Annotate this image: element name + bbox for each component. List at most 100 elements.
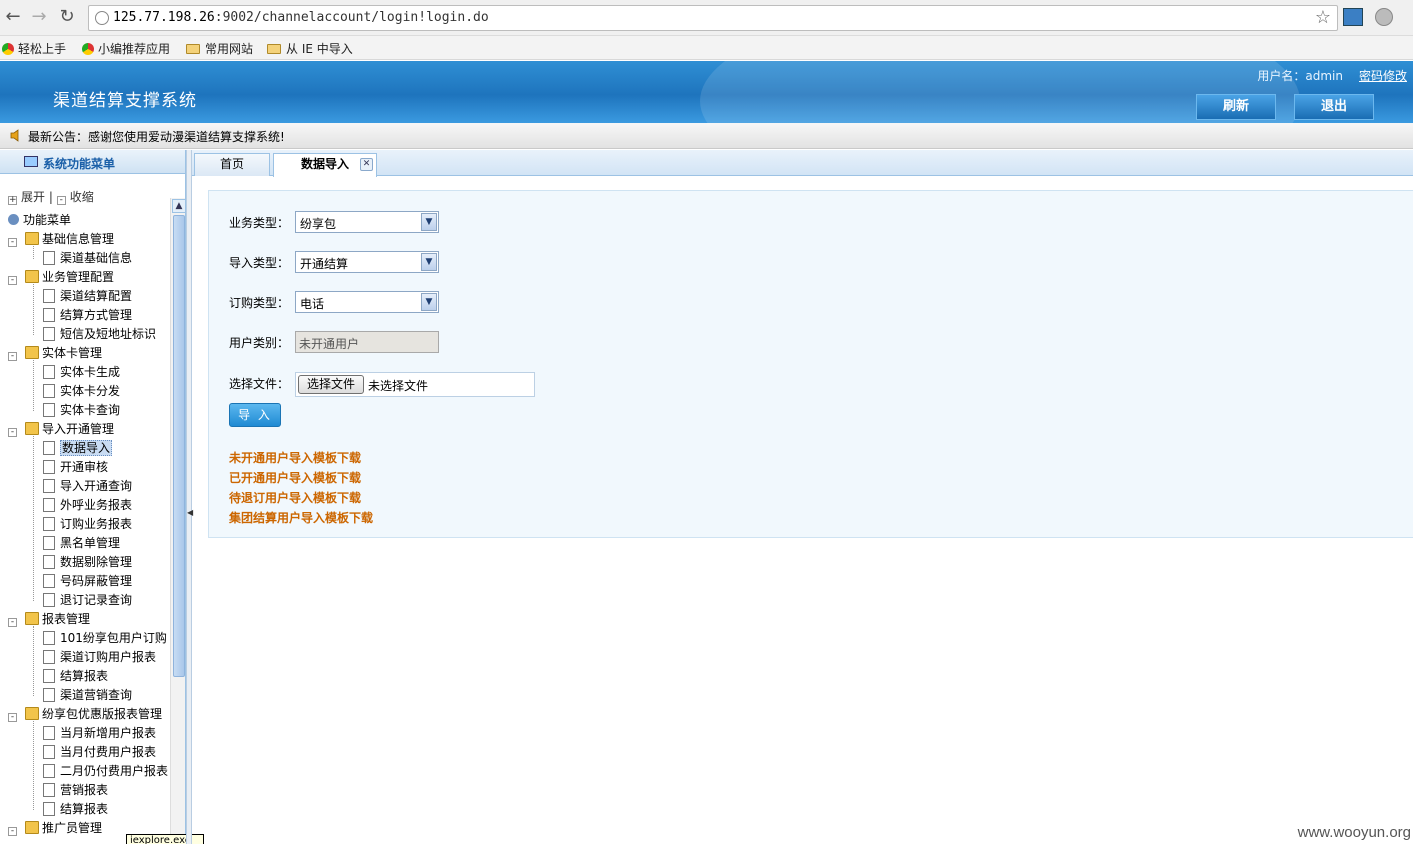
bookmark-star-icon[interactable]: ☆ bbox=[1315, 7, 1331, 28]
tree-item-label: 结算报表 bbox=[60, 669, 109, 683]
tree-item[interactable]: 结算方式管理 bbox=[26, 306, 132, 325]
tree-item[interactable]: 退订记录查询 bbox=[26, 591, 132, 610]
sidebar-scrollbar[interactable]: ▲ bbox=[170, 198, 185, 844]
minus-icon[interactable]: - bbox=[8, 827, 17, 836]
scrollbar-thumb[interactable] bbox=[173, 215, 185, 677]
select-value: 纷享包 bbox=[300, 217, 337, 231]
tree-group[interactable]: - 基础信息管理 bbox=[8, 230, 114, 249]
tree-item-label: 开通审核 bbox=[60, 460, 109, 474]
collapse-all-link[interactable]: 收缩 bbox=[70, 190, 94, 204]
logout-button[interactable]: 退出 bbox=[1294, 94, 1374, 120]
download-template-link[interactable]: 已开通用户导入模板下载 bbox=[229, 469, 361, 486]
download-template-link[interactable]: 待退订用户导入模板下载 bbox=[229, 489, 361, 506]
tree-item-label: 短信及短地址标识 bbox=[60, 327, 157, 341]
bookmark-folder[interactable]: 从 IE 中导入 bbox=[267, 40, 353, 57]
tree-item[interactable]: 数据剔除管理 bbox=[26, 553, 132, 572]
choose-file-button[interactable]: 选择文件 bbox=[298, 375, 364, 394]
tree-group[interactable]: - 实体卡管理 bbox=[8, 344, 102, 363]
tree-item[interactable]: 结算报表 bbox=[26, 667, 108, 686]
sidebar-title: 系统功能菜单 bbox=[43, 157, 116, 171]
document-icon bbox=[43, 802, 55, 816]
tree-item[interactable]: 实体卡查询 bbox=[26, 401, 120, 420]
close-icon[interactable]: ✕ bbox=[360, 158, 373, 171]
chevron-down-icon[interactable]: ▼ bbox=[421, 213, 437, 231]
download-template-link[interactable]: 集团结算用户导入模板下载 bbox=[229, 509, 373, 526]
tree-group[interactable]: - 纷享包优惠版报表管理 bbox=[8, 705, 162, 724]
tree-item[interactable]: 黑名单管理 bbox=[26, 534, 120, 553]
tree-item-label: 外呼业务报表 bbox=[60, 498, 133, 512]
bookmark-item[interactable]: 小编推荐应用 bbox=[82, 40, 170, 57]
tree-group-label: 导入开通管理 bbox=[42, 422, 115, 436]
tree-group-label: 报表管理 bbox=[42, 612, 91, 626]
tree-item[interactable]: 开通审核 bbox=[26, 458, 108, 477]
minus-icon[interactable]: - bbox=[8, 618, 17, 627]
import-type-select[interactable]: 开通结算 ▼ bbox=[295, 251, 439, 273]
refresh-button[interactable]: 刷新 bbox=[1196, 94, 1276, 120]
minus-icon[interactable]: - bbox=[8, 713, 17, 722]
file-input[interactable]: 选择文件 未选择文件 bbox=[295, 372, 535, 397]
document-icon bbox=[43, 574, 55, 588]
tree-item[interactable]: 二月仍付费用户报表 bbox=[26, 762, 168, 781]
minus-icon[interactable]: - bbox=[8, 428, 17, 437]
tree-group[interactable]: - 导入开通管理 bbox=[8, 420, 114, 439]
tree-group[interactable]: - 推广员管理 bbox=[8, 819, 102, 838]
tree-item[interactable]: 实体卡生成 bbox=[26, 363, 120, 382]
chevron-down-icon[interactable]: ▼ bbox=[421, 293, 437, 311]
tree-item[interactable]: 订购业务报表 bbox=[26, 515, 132, 534]
tree-root[interactable]: 功能菜单 bbox=[8, 211, 71, 230]
tree-item-label: 数据剔除管理 bbox=[60, 555, 133, 569]
speaker-icon bbox=[10, 129, 19, 142]
collapse-arrow-icon[interactable]: ◀ bbox=[187, 508, 193, 517]
document-icon bbox=[43, 403, 55, 417]
panel-splitter[interactable]: ◀ bbox=[186, 150, 193, 844]
tree-group[interactable]: - 报表管理 bbox=[8, 610, 90, 629]
tree-item[interactable]: 结算报表 bbox=[26, 800, 108, 819]
tree-item[interactable]: 号码屏蔽管理 bbox=[26, 572, 132, 591]
scroll-up-icon[interactable]: ▲ bbox=[172, 199, 185, 213]
tree-item[interactable]: 导入开通查询 bbox=[26, 477, 132, 496]
tree-item[interactable]: 当月付费用户报表 bbox=[26, 743, 156, 762]
tree-item-label: 实体卡分发 bbox=[60, 384, 121, 398]
tree-group[interactable]: - 业务管理配置 bbox=[8, 268, 114, 287]
extension-globe-icon[interactable] bbox=[1375, 8, 1393, 26]
tree-item[interactable]: 渠道基础信息 bbox=[26, 249, 132, 268]
tree-group-label: 推广员管理 bbox=[42, 821, 103, 835]
screen-capture-icon[interactable] bbox=[1343, 8, 1363, 26]
forward-icon[interactable]: → bbox=[28, 6, 50, 28]
tab-data-import[interactable]: 数据导入 ✕ bbox=[273, 153, 377, 177]
tree-item[interactable]: 101纷享包用户订购 bbox=[26, 629, 167, 648]
tree-root-label: 功能菜单 bbox=[23, 213, 72, 227]
expand-all-link[interactable]: 展开 bbox=[21, 190, 45, 204]
user-info: 用户名：admin bbox=[1257, 69, 1343, 83]
tree-item[interactable]: 渠道营销查询 bbox=[26, 686, 132, 705]
document-icon bbox=[43, 631, 55, 645]
tree-item[interactable]: 当月新增用户报表 bbox=[26, 724, 156, 743]
change-password-link[interactable]: 密码修改 bbox=[1359, 67, 1407, 84]
download-template-link[interactable]: 未开通用户导入模板下载 bbox=[229, 449, 361, 466]
tab-home[interactable]: 首页 bbox=[194, 153, 270, 176]
minus-icon[interactable]: - bbox=[8, 238, 17, 247]
bookmark-folder[interactable]: 常用网站 bbox=[186, 40, 253, 57]
app-title: 渠道结算支撑系统 bbox=[53, 91, 197, 111]
order-type-select[interactable]: 电话 ▼ bbox=[295, 291, 439, 313]
business-type-select[interactable]: 纷享包 ▼ bbox=[295, 211, 439, 233]
tree-item[interactable]: 实体卡分发 bbox=[26, 382, 120, 401]
tree-item[interactable]: 数据导入 bbox=[26, 439, 113, 458]
tree-item[interactable]: 营销报表 bbox=[26, 781, 108, 800]
minus-icon[interactable]: - bbox=[8, 352, 17, 361]
document-icon bbox=[43, 327, 55, 341]
tree-item[interactable]: 渠道订购用户报表 bbox=[26, 648, 156, 667]
minus-icon[interactable]: - bbox=[8, 276, 17, 285]
tree-group-label: 纷享包优惠版报表管理 bbox=[42, 707, 163, 721]
tree-item[interactable]: 渠道结算配置 bbox=[26, 287, 132, 306]
tree-item-label: 渠道结算配置 bbox=[60, 289, 133, 303]
back-icon[interactable]: ← bbox=[2, 6, 24, 28]
tree-item[interactable]: 外呼业务报表 bbox=[26, 496, 132, 515]
bookmark-item[interactable]: 轻松上手 bbox=[2, 40, 66, 57]
import-button[interactable]: 导 入 bbox=[229, 403, 281, 427]
document-icon bbox=[43, 726, 55, 740]
tree-item[interactable]: 短信及短地址标识 bbox=[26, 325, 156, 344]
address-bar[interactable]: 125.77.198.26:9002/channelaccount/login!… bbox=[88, 5, 1338, 31]
reload-icon[interactable]: ↻ bbox=[56, 6, 78, 28]
chevron-down-icon[interactable]: ▼ bbox=[421, 253, 437, 271]
